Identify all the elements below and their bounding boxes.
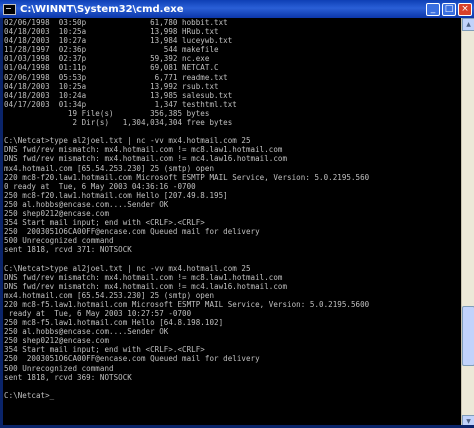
console-line: C:\Netcat>type al2joel.txt | nc -vv mx4.… xyxy=(4,263,251,273)
scrollbar-thumb[interactable] xyxy=(462,306,474,367)
console-line: sent 1818, rcvd 371: NOTSOCK xyxy=(4,245,132,255)
console-line: 02/06/1998 05:53p 6,771 readme.txt xyxy=(4,72,228,82)
maximize-button[interactable]: □ xyxy=(442,2,456,16)
title-bar[interactable]: C:\WINNT\System32\cmd.exe _ □ × xyxy=(0,0,474,18)
console-line: C:\Netcat>type al2joel.txt | nc -vv mx4.… xyxy=(4,136,251,146)
console-line: sent 1818, rcvd 369: NOTSOCK xyxy=(4,372,132,382)
console-line: ready at Tue, 6 May 2003 10:27:57 -0700 xyxy=(4,309,192,318)
console-line: 01/03/1998 02:37p 59,392 nc.exe xyxy=(4,54,210,64)
minimize-button[interactable]: _ xyxy=(426,2,440,16)
console-line: 04/18/2003 10:24a 13,985 salesub.txt xyxy=(4,90,233,100)
cmd-window: C:\WINNT\System32\cmd.exe _ □ × 02/06/19… xyxy=(0,0,474,428)
console-line: 250 mc8-f20.law1.hotmail.com Hello [207.… xyxy=(4,190,228,200)
console-line: 220 mc8-f20.law1.hotmail.com Microsoft E… xyxy=(4,172,370,182)
console-line: 01/04/1998 01:11p 69,081 NETCAT.C xyxy=(4,63,219,73)
console-line: 250 al.hobbs@encase.com....Sender OK xyxy=(4,199,169,209)
console-line: DNS fwd/rev mismatch: mx4.hotmail.com !=… xyxy=(4,154,288,164)
console-line: 02/06/1998 03:50p 61,780 hobbit.txt xyxy=(4,18,228,27)
scroll-up-arrow-icon[interactable]: ▲ xyxy=(462,18,474,31)
console-line: 250 shep0212@encase.com xyxy=(4,336,110,346)
console-output[interactable]: 02/06/1998 03:50p 61,780 hobbit.txt 04/18… xyxy=(3,18,461,425)
console-line: mx4.hotmail.com [65.54.253.230] 25 (smtp… xyxy=(4,163,215,173)
console-text: 02/06/1998 03:50p 61,780 hobbit.txt 04/18… xyxy=(3,18,461,400)
console-line: 250 2003051O6CA00FF@encase.com Queued ma… xyxy=(4,227,260,237)
console-line: 04/17/2003 01:34p 1,347 testhtml.txt xyxy=(4,99,237,109)
console-line: 250 shep0212@encase.com xyxy=(4,208,110,218)
close-button[interactable]: × xyxy=(458,2,472,16)
cmd-icon[interactable] xyxy=(3,3,16,15)
console-line: 250 al.hobbs@encase.com....Sender OK xyxy=(4,327,169,337)
console-line: C:\Netcat>_ xyxy=(4,390,55,400)
console-line: 500 Unrecognized command xyxy=(4,236,114,246)
window-title: C:\WINNT\System32\cmd.exe xyxy=(20,3,184,15)
vertical-scrollbar[interactable]: ▲ ▼ xyxy=(461,18,474,428)
console-line: 2 Dir(s) 1,304,034,304 free bytes xyxy=(4,118,233,128)
console-line: DNS fwd/rev mismatch: mx4.hotmail.com !=… xyxy=(4,272,283,282)
console-line: 04/18/2003 10:27a 13,984 luceywb.txt xyxy=(4,36,233,46)
console-line: mx4.hotmail.com [65.54.253.230] 25 (smtp… xyxy=(4,290,215,300)
console-line: 250 2003051O6CA00FF@encase.com Queued ma… xyxy=(4,354,260,364)
console-line: 0 ready at Tue, 6 May 2003 04:36:16 -070… xyxy=(4,181,196,191)
console-line: DNS fwd/rev mismatch: mx4.hotmail.com !=… xyxy=(4,145,283,155)
console-line: 220 mc8-f5.law1.hotmail.com Microsoft ES… xyxy=(4,299,370,309)
console-line: DNS fwd/rev mismatch: mx4.hotmail.com !=… xyxy=(4,281,288,291)
window-controls: _ □ × xyxy=(426,2,472,16)
console-line: 11/28/1997 02:36p 544 makefile xyxy=(4,45,219,55)
console-line: 354 Start mail input; end with <CRLF>.<C… xyxy=(4,345,205,355)
console-line: 500 Unrecognized command xyxy=(4,363,114,373)
console-line: 04/18/2003 10:25a 13,992 rsub.txt xyxy=(4,81,219,91)
console-line: 354 Start mail input; end with <CRLF>.<C… xyxy=(4,218,205,228)
console-line: 250 mc8-f5.law1.hotmail.com Hello [64.8.… xyxy=(4,318,224,328)
console-line: 04/18/2003 10:25a 13,998 HRub.txt xyxy=(4,27,219,37)
console-line: 19 File(s) 356,385 bytes xyxy=(4,108,210,118)
